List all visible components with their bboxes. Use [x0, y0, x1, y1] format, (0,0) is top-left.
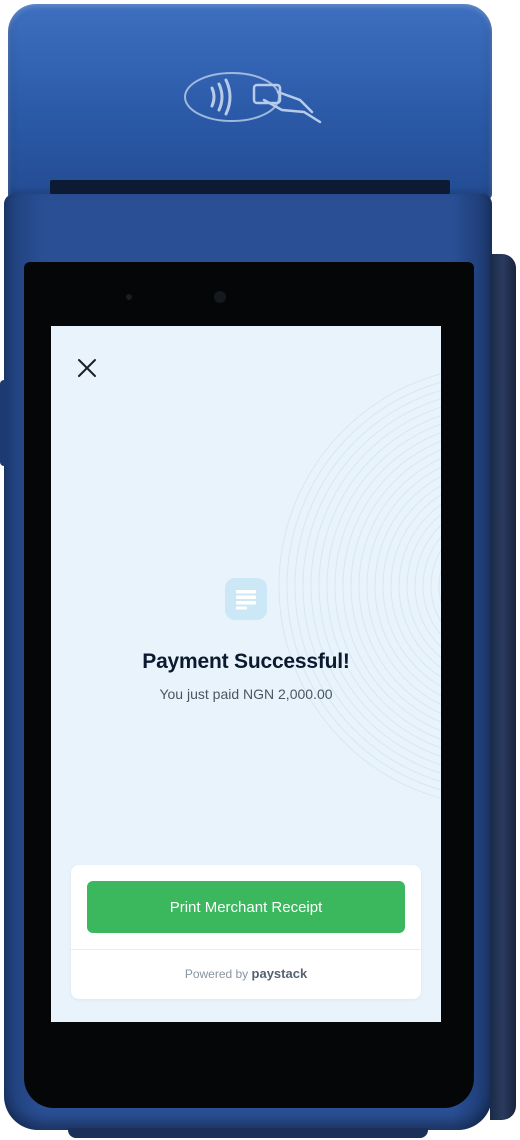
paystack-logo: paystack — [251, 966, 308, 981]
decorative-rings-background — [278, 373, 441, 799]
receipt-paper-slot — [50, 180, 450, 194]
payment-amount-text: You just paid NGN 2,000.00 — [159, 686, 333, 702]
powered-by-label: Powered by — [184, 967, 249, 981]
print-merchant-receipt-button[interactable]: Print Merchant Receipt — [87, 881, 405, 933]
payment-success-screen: Payment Successful! You just paid NGN 2,… — [51, 326, 441, 1022]
receipt-icon — [225, 578, 267, 620]
action-card: Print Merchant Receipt Powered by paysta… — [71, 865, 421, 999]
sensor-dot — [126, 294, 132, 300]
close-icon[interactable] — [73, 354, 101, 382]
side-button[interactable] — [0, 380, 8, 466]
device-base — [68, 1128, 428, 1138]
contactless-nfc-icon — [184, 72, 322, 124]
divider — [71, 949, 421, 950]
page-title: Payment Successful! — [142, 650, 350, 673]
card-reader-rail — [490, 254, 516, 1120]
powered-by-footer: Powered by paystack — [71, 966, 421, 981]
front-camera — [214, 291, 226, 303]
